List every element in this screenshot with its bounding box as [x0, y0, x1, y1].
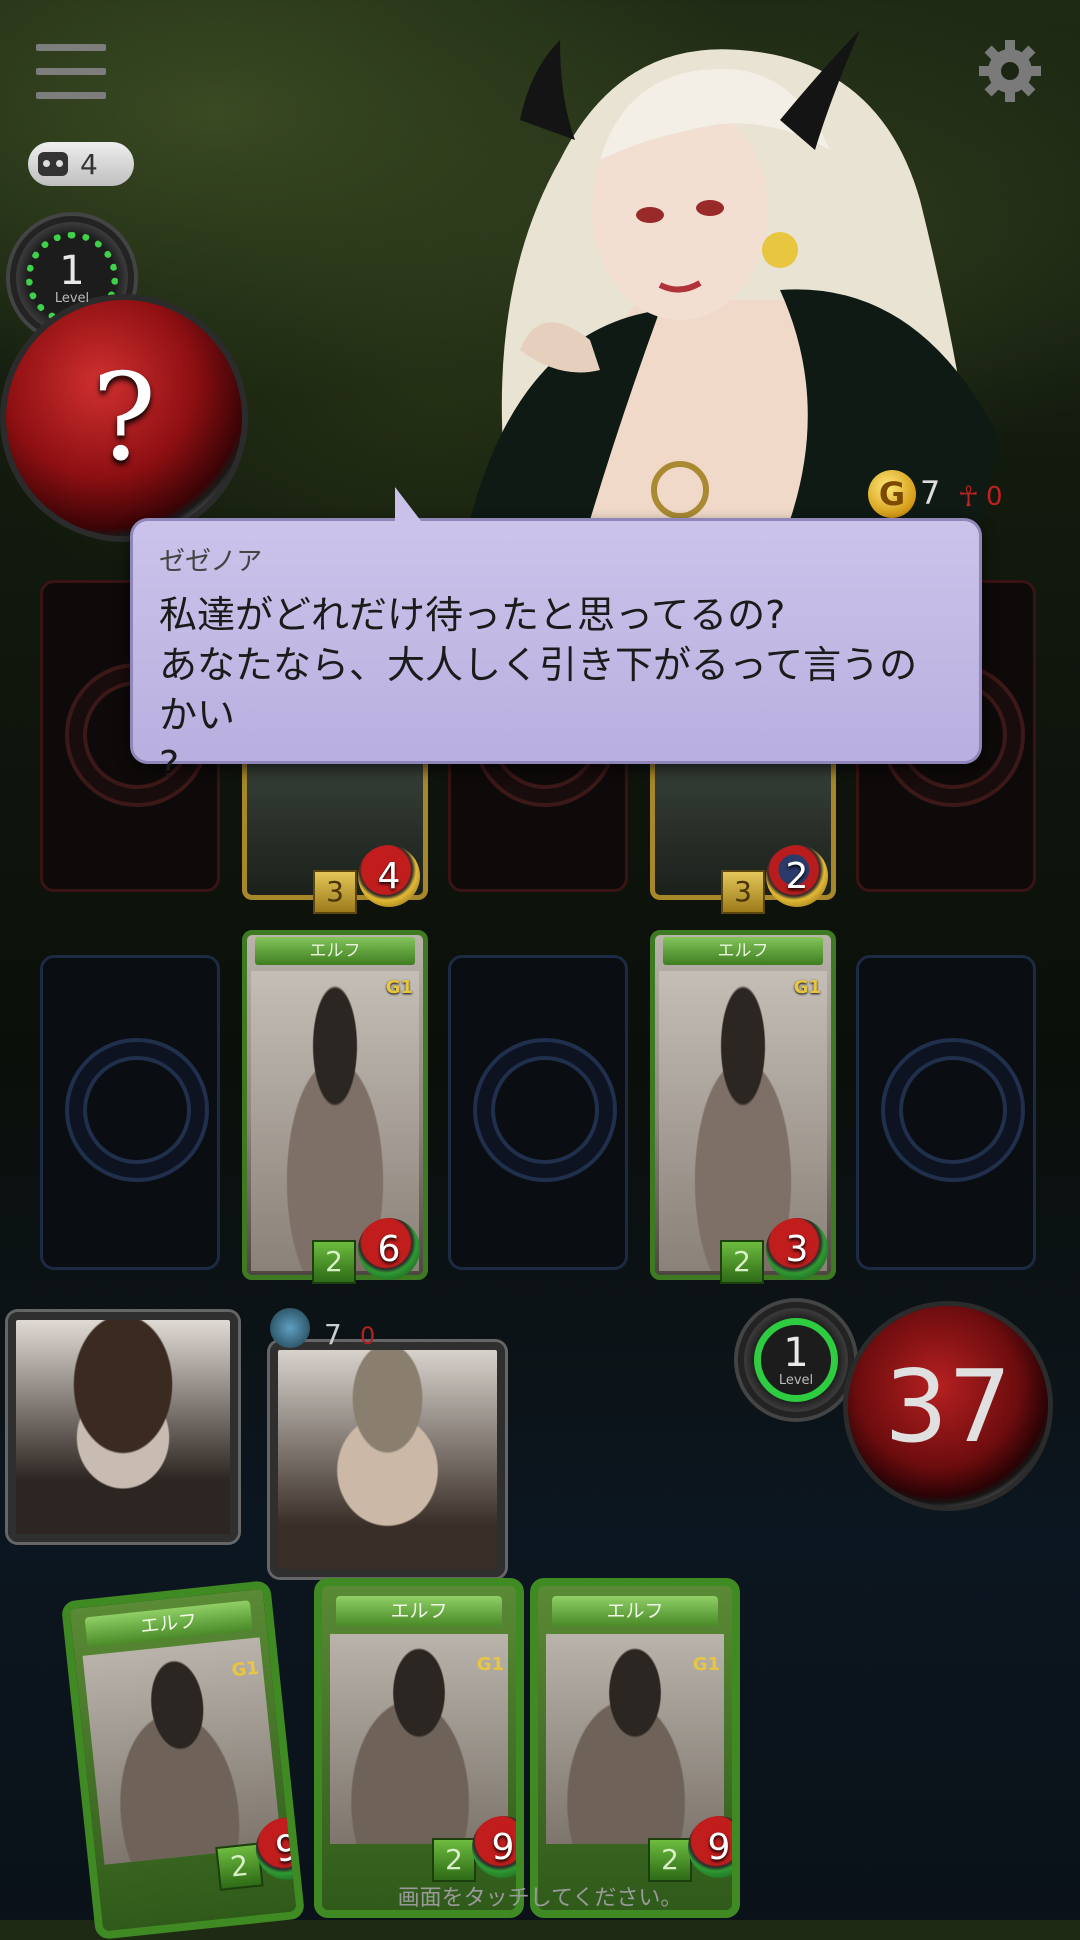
card-grade: G1 — [793, 977, 821, 998]
player-field-card-2-hp: 3 — [766, 1218, 828, 1280]
elf-ally-portrait[interactable] — [270, 1342, 505, 1577]
player-level-label: Level — [778, 1372, 814, 1388]
deck-count-pill[interactable]: 4 — [28, 142, 134, 186]
hand-card-3-cost: 2 — [648, 1838, 692, 1882]
hand-card-2-cost: 2 — [432, 1838, 476, 1882]
player-slot-3[interactable] — [448, 955, 628, 1270]
slot-sigil — [65, 1038, 209, 1182]
enemy-character-portrait — [470, 30, 1000, 520]
mini-gold: 7 — [324, 1318, 342, 1351]
enemy-red-count: 0 — [986, 482, 1003, 512]
enemy-card-1-hp: 4 — [358, 845, 420, 907]
slot-sigil — [473, 1038, 617, 1182]
enemy-card-2-hp: 2 — [766, 845, 828, 907]
card-race: エルフ — [255, 937, 415, 965]
card-grade: G1 — [476, 1654, 504, 1675]
settings-button[interactable] — [975, 36, 1045, 106]
card-race: エルフ — [552, 1596, 718, 1626]
hand-card-3[interactable]: エルフ G1 2 9 — [530, 1578, 740, 1918]
menu-button[interactable] — [36, 44, 106, 102]
mini-red: 0 — [360, 1322, 376, 1350]
player-life-orb[interactable]: 37 — [848, 1306, 1048, 1506]
enemy-gold: 7 — [920, 474, 941, 512]
card-race: エルフ — [663, 937, 823, 965]
player-level: 1 — [783, 1329, 809, 1376]
enemy-level-label: Level — [54, 290, 90, 306]
player-field-card-2-cost: 2 — [720, 1240, 764, 1284]
hand-card-2[interactable]: エルフ G1 2 9 — [314, 1578, 524, 1918]
dialog-line-2: あなたなら、大人しく引き下がるって言うのかい — [159, 643, 918, 737]
ankh-icon: ☥ — [958, 480, 979, 513]
dialog-speaker: ゼゼノア — [159, 547, 263, 577]
player-field-card-1-hp: 6 — [358, 1218, 420, 1280]
deck-icon — [38, 152, 68, 176]
card-race: エルフ — [336, 1596, 502, 1626]
gold-coin-icon: G — [868, 470, 916, 518]
hamburger-line — [36, 92, 106, 99]
deck-count: 4 — [80, 147, 98, 181]
player-level-badge: 1 Level — [738, 1302, 854, 1418]
dialog-box[interactable]: ゼゼノア 私達がどれだけ待ったと思ってるの? あなたなら、大人しく引き下がるって… — [130, 487, 982, 787]
hamburger-line — [36, 68, 106, 75]
hand-card-2-hp: 9 — [472, 1816, 516, 1878]
hamburger-line — [36, 44, 106, 51]
card-grade: G1 — [230, 1657, 260, 1682]
player-slot-5[interactable] — [856, 955, 1036, 1270]
enemy-card-1-cost: 3 — [313, 870, 357, 914]
card-grade: G1 — [692, 1654, 720, 1675]
player-slot-1[interactable] — [40, 955, 220, 1270]
hand-card-3-hp: 9 — [688, 1816, 732, 1878]
dialog-line-1: 私達がどれだけ待ったと思ってるの? — [159, 593, 786, 637]
player-hero-portrait[interactable] — [8, 1312, 238, 1542]
dialog-line-3: ? — [159, 743, 180, 787]
card-grade: G1 — [385, 977, 413, 998]
enemy-life: ? — [91, 348, 157, 488]
enemy-card-2-cost: 3 — [721, 870, 765, 914]
enemy-life-orb[interactable]: ? — [6, 300, 242, 536]
player-life: 37 — [884, 1347, 1012, 1465]
enemy-level: 1 — [59, 247, 85, 294]
tap-to-continue-hint: 画面をタッチしてください。 — [397, 1886, 683, 1911]
slot-sigil — [881, 1038, 1025, 1182]
player-field-card-1-cost: 2 — [312, 1240, 356, 1284]
mini-gold-icon — [270, 1308, 310, 1348]
